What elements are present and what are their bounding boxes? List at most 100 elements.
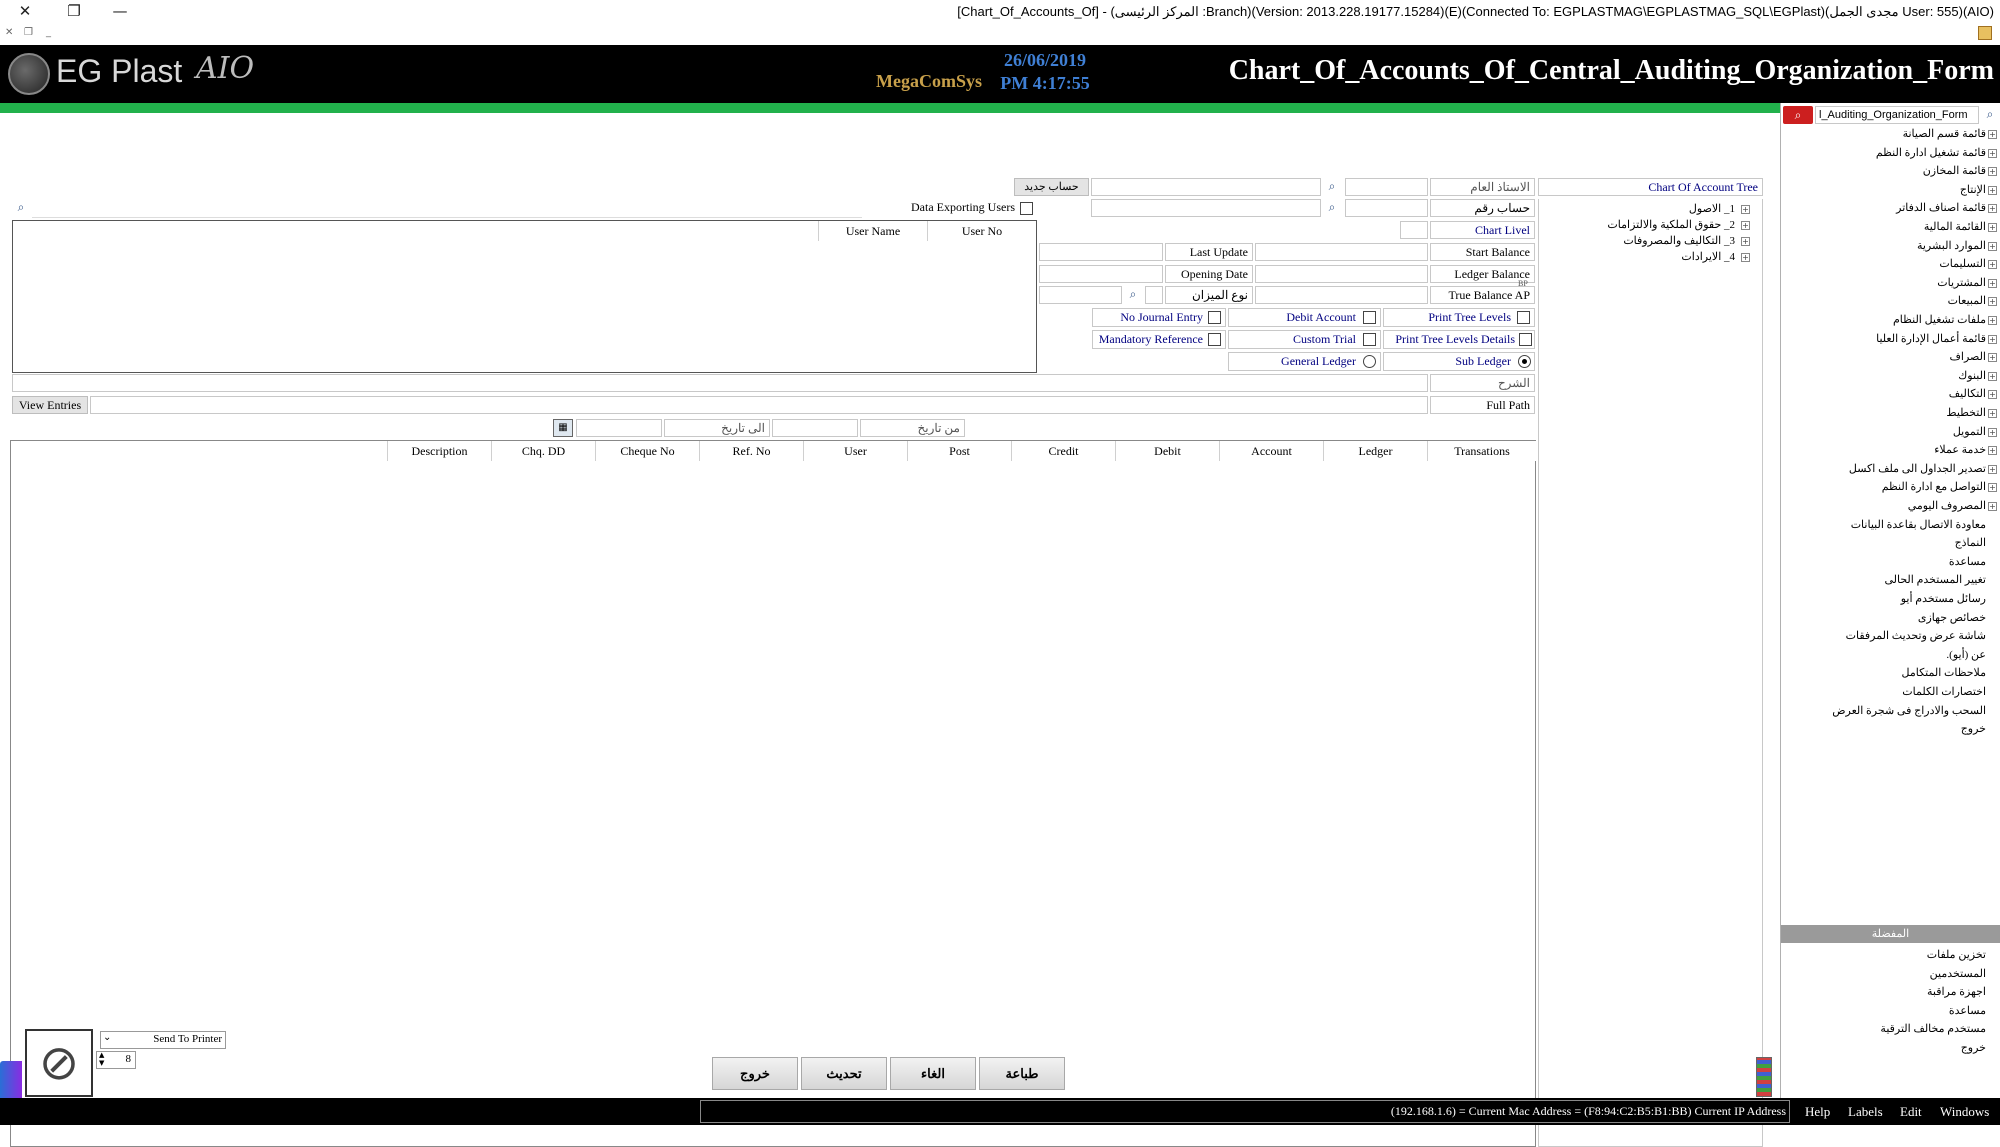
balance-type-input[interactable] — [1039, 286, 1122, 304]
sidebar-menu-item[interactable]: التواصل مع ادارة النظم — [1882, 480, 1986, 493]
favorite-item[interactable]: مستخدم مخالف الترقية — [1880, 1022, 1986, 1035]
sidebar-menu-item[interactable]: الصراف — [1950, 350, 1986, 363]
print-tree-levels-checkbox[interactable] — [1517, 311, 1530, 324]
column-header-cheque-date[interactable]: Chq. DD — [491, 441, 595, 461]
expand-plus-icon[interactable]: + — [1988, 278, 1997, 288]
expand-plus-icon[interactable]: + — [1988, 185, 1997, 195]
data-exporting-users-checkbox[interactable] — [1020, 202, 1033, 215]
column-header-transactions[interactable]: Transations — [1427, 441, 1536, 461]
mandatory-reference-option[interactable]: Mandatory Reference — [1092, 330, 1226, 349]
last-update-input[interactable] — [1039, 243, 1163, 261]
refresh-button[interactable]: تحديث — [801, 1057, 887, 1090]
copies-stepper[interactable]: ▲ ▼ 8 — [96, 1051, 136, 1069]
column-header-user[interactable]: User — [803, 441, 907, 461]
tree-node[interactable]: 1_ الاصول — [1689, 202, 1735, 215]
column-header-ref-no[interactable]: Ref. No — [699, 441, 803, 461]
sidebar-menu-item[interactable]: التخطيط — [1946, 406, 1986, 419]
general-master-code-input[interactable] — [1345, 178, 1428, 196]
column-header-debit[interactable]: Debit — [1115, 441, 1219, 461]
sidebar-menu-item[interactable]: قائمة قسم الصيانة — [1903, 127, 1986, 140]
sidebar-menu-item[interactable]: التكاليف — [1949, 387, 1986, 400]
expand-plus-icon[interactable]: + — [1988, 167, 1997, 177]
sidebar-menu-item[interactable]: المشتريات — [1937, 276, 1986, 289]
mdi-close-icon[interactable]: ✕ — [5, 27, 13, 38]
no-journal-entry-checkbox[interactable] — [1208, 311, 1221, 324]
column-header-cheque-no[interactable]: Cheque No — [595, 441, 699, 461]
sidebar-menu-item[interactable]: خروج — [1961, 722, 1986, 735]
column-header-account[interactable]: Account — [1219, 441, 1323, 461]
chart-of-accounts-tree[interactable]: + 1_ الاصول + 2_ حقوق الملكية والالتزاما… — [1538, 199, 1763, 1147]
debit-account-checkbox[interactable] — [1363, 311, 1376, 324]
sidebar-menu-item[interactable]: ملاحظات المتكامل — [1902, 666, 1986, 679]
debit-account-option[interactable]: Debit Account — [1228, 308, 1381, 327]
sidebar-search-button[interactable]: ⌕ — [1783, 106, 1813, 124]
menu-edit[interactable]: Edit — [1900, 1104, 1922, 1120]
sidebar-menu-item[interactable]: شاشة عرض وتحديث المرفقات — [1846, 629, 1986, 642]
side-tab-icon[interactable] — [0, 1061, 22, 1103]
paperclip-attachment-icon[interactable]: ⊘ — [25, 1029, 93, 1097]
column-header-user-name[interactable]: User Name — [818, 221, 927, 241]
sidebar-menu-item[interactable]: قائمة أعمال الإدارة العليا — [1876, 332, 1986, 345]
stepper-arrows-icon[interactable]: ▲ ▼ — [99, 1051, 104, 1067]
tree-expand-icon[interactable]: + — [1741, 221, 1750, 230]
expand-plus-icon[interactable]: + — [1988, 241, 1997, 251]
no-journal-entry-option[interactable]: No Journal Entry — [1092, 308, 1226, 327]
sidebar-menu-item[interactable]: اختصارات الكلمات — [1902, 685, 1986, 698]
sidebar-menu-item[interactable]: المصروف اليومي — [1908, 499, 1986, 512]
calendar-icon[interactable]: ▦ — [553, 419, 573, 437]
expand-plus-icon[interactable]: + — [1988, 464, 1997, 474]
column-header-ledger[interactable]: Ledger — [1323, 441, 1427, 461]
search-balance-type-icon[interactable]: ⌕ — [1124, 286, 1142, 304]
search-users-icon[interactable]: ⌕ — [12, 199, 30, 217]
favorite-item[interactable]: المستخدمين — [1930, 967, 1986, 980]
expand-plus-icon[interactable]: + — [1988, 353, 1997, 363]
sidebar-menu-item[interactable]: قائمة المخازن — [1923, 164, 1986, 177]
send-to-printer-dropdown[interactable]: ⌄ Send To Printer — [100, 1031, 226, 1049]
expand-plus-icon[interactable]: + — [1988, 334, 1997, 344]
start-balance-input[interactable] — [1255, 243, 1428, 261]
sidebar-search-icon[interactable]: ⌕ — [1981, 106, 1999, 124]
sidebar-menu-item[interactable]: القائمة المالية — [1924, 220, 1986, 233]
favorite-item[interactable]: اجهزة مراقبة — [1927, 985, 1986, 998]
users-table[interactable]: User Name User No — [12, 220, 1037, 373]
tree-node[interactable]: 3_ التكاليف والمصروفات — [1623, 234, 1735, 247]
restore-icon[interactable]: ❐ — [62, 2, 86, 20]
new-account-button[interactable]: حساب جديد — [1014, 178, 1089, 196]
true-balance-input[interactable] — [1255, 286, 1428, 304]
expand-plus-icon[interactable]: + — [1988, 502, 1997, 511]
sidebar-menu-item[interactable]: خصائص جهازى — [1918, 611, 1986, 624]
expand-plus-icon[interactable]: + — [1988, 130, 1997, 139]
sidebar-menu-item[interactable]: التسليمات — [1939, 257, 1986, 270]
column-header-credit[interactable]: Credit — [1011, 441, 1115, 461]
balance-type-code-input[interactable] — [1145, 286, 1163, 304]
expand-plus-icon[interactable]: + — [1988, 223, 1997, 232]
sidebar-menu-item[interactable]: قائمة تشغيل ادارة النظم — [1876, 146, 1986, 159]
expand-plus-icon[interactable]: + — [1988, 483, 1997, 493]
from-date-input[interactable] — [772, 419, 858, 437]
mdi-minimize-icon[interactable]: _ — [46, 27, 51, 38]
expand-plus-icon[interactable]: + — [1988, 409, 1997, 418]
sidebar-menu-item[interactable]: البنوك — [1958, 369, 1986, 382]
custom-trial-option[interactable]: Custom Trial — [1228, 330, 1381, 349]
opening-date-input[interactable] — [1039, 265, 1163, 283]
expand-plus-icon[interactable]: + — [1988, 427, 1997, 437]
account-name-input[interactable] — [1091, 199, 1321, 217]
general-master-name-input[interactable] — [1091, 178, 1321, 196]
expand-plus-icon[interactable]: + — [1988, 260, 1997, 270]
sidebar-menu-item[interactable]: السحب والادراج فى شجرة العرض — [1832, 704, 1986, 717]
print-tree-levels-details-option[interactable]: Print Tree Levels Details — [1383, 330, 1535, 349]
full-path-input[interactable] — [90, 396, 1428, 414]
menu-help[interactable]: Help — [1805, 1104, 1830, 1120]
tree-expand-icon[interactable]: + — [1741, 237, 1750, 246]
menu-windows[interactable]: Windows — [1940, 1104, 1989, 1120]
favorite-item[interactable]: تخزين ملفات — [1927, 948, 1986, 961]
column-header-user-no[interactable]: User No — [927, 221, 1036, 241]
mandatory-reference-checkbox[interactable] — [1208, 333, 1221, 346]
tree-node[interactable]: 2_ حقوق الملكية والالتزامات — [1607, 218, 1735, 231]
expand-plus-icon[interactable]: + — [1988, 204, 1997, 214]
general-ledger-option[interactable]: General Ledger — [1228, 352, 1381, 371]
search-general-master-icon[interactable]: ⌕ — [1323, 178, 1341, 196]
expand-plus-icon[interactable]: + — [1988, 371, 1997, 381]
exit-button[interactable]: خروج — [712, 1057, 798, 1090]
sidebar-menu-item[interactable]: ملفات تشغيل النظام — [1893, 313, 1986, 326]
